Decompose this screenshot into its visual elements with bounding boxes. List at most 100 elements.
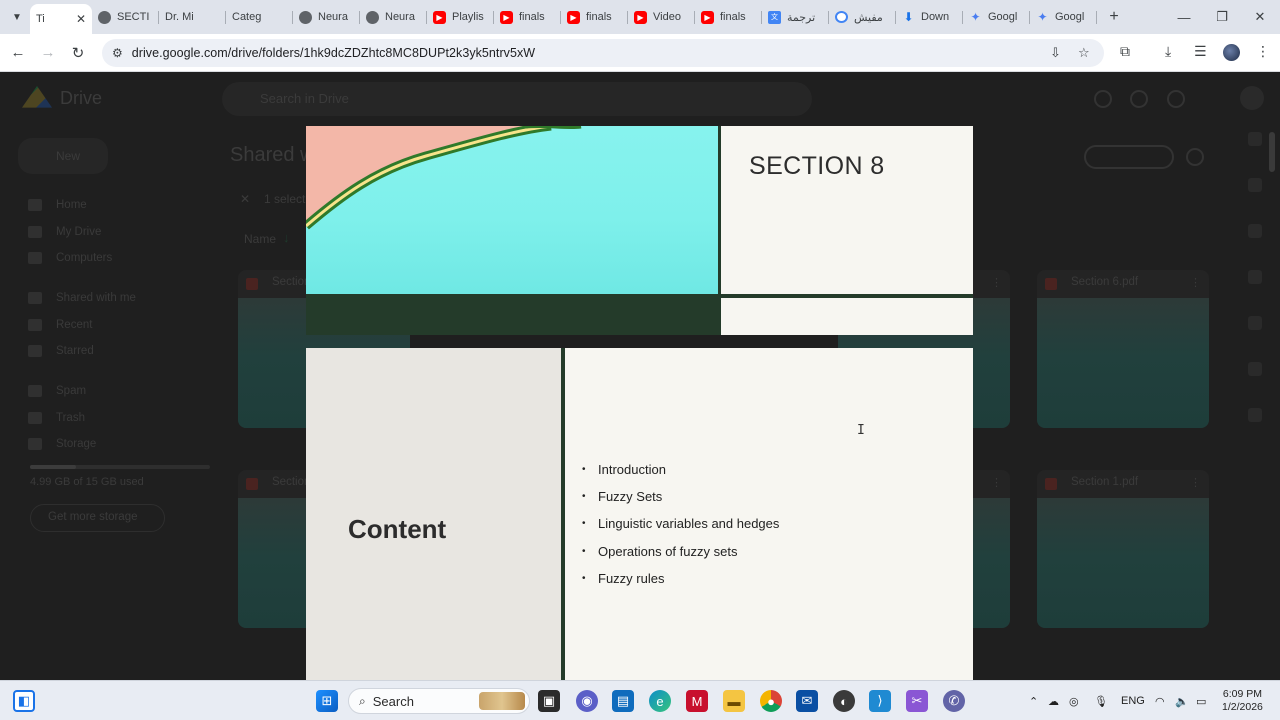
file-title: Section 1.pdf [1071, 476, 1139, 488]
tab-15[interactable]: ✦ Googl [1030, 4, 1097, 30]
mail-icon[interactable]: ✉ [796, 690, 818, 712]
browser-toolbar: ← → ↻ ⚙ drive.google.com/drive/folders/1… [0, 34, 1280, 72]
microphone-icon[interactable]: 🎙 [1094, 681, 1108, 720]
snipping-tool-icon[interactable]: ✂ [906, 690, 928, 712]
media-controls-icon[interactable]: ☰ [1194, 43, 1207, 60]
tab-11[interactable]: 文 ترجمة [762, 4, 829, 30]
reload-button[interactable]: ↻ [63, 38, 93, 68]
address-bar[interactable]: ⚙ drive.google.com/drive/folders/1hk9dcZ… [102, 39, 1104, 67]
onedrive-icon[interactable]: ☁ [1048, 681, 1059, 720]
downloads-icon[interactable]: ⤓ [1165, 43, 1171, 60]
globe-icon [366, 10, 379, 24]
taskbar-clock[interactable]: 6:09 PM 1/2/2026 [1222, 688, 1263, 714]
drive-nav-item: Spam [28, 378, 198, 405]
slide-title-strip [721, 298, 973, 335]
mcafee-icon[interactable]: M [686, 690, 708, 712]
file-title: Section [272, 276, 311, 288]
drive-nav-item: Trash [28, 405, 198, 432]
sort-label: Name [244, 232, 277, 246]
language-indicator[interactable]: ENG [1121, 681, 1145, 720]
drive-avatar [1240, 86, 1264, 110]
help-icon [1130, 90, 1148, 108]
file-thumbnail [1037, 498, 1209, 628]
forward-button[interactable]: → [33, 38, 63, 68]
install-app-icon[interactable]: ⇩ [1050, 45, 1061, 61]
tab-10[interactable]: ▶ finals [695, 4, 762, 30]
slide-decorative-image [306, 126, 718, 294]
tab-label: ترجمة [787, 11, 816, 24]
list-item: • Introduction [582, 462, 666, 478]
bookmark-star-icon[interactable]: ☆ [1078, 45, 1090, 61]
tab-8[interactable]: ▶ finals [561, 4, 628, 30]
pdf-icon [1045, 278, 1057, 290]
pdf-icon [246, 478, 258, 490]
minimize-button[interactable]: — [1164, 0, 1204, 34]
drive-nav-item: My Drive [28, 219, 198, 246]
site-info-icon[interactable]: ⚙ [112, 46, 123, 60]
tab-12[interactable]: مفيش [829, 4, 896, 30]
volume-icon[interactable]: 🔈 [1175, 681, 1189, 720]
edge-icon[interactable]: e [649, 690, 671, 712]
download-icon: ⬇ [903, 10, 914, 24]
slide-title-box: SECTION 8 [721, 126, 973, 294]
file-card: Section 1.pdf ⋮ [1037, 470, 1209, 628]
show-hidden-icons[interactable]: ⌃ [1029, 681, 1038, 720]
storage-text: 4.99 GB of 15 GB used [30, 476, 144, 488]
slide-heading-panel: Content [306, 348, 561, 680]
tab-4[interactable]: Neura [293, 4, 360, 30]
more-menu-icon[interactable]: ⋮ [1256, 43, 1270, 60]
close-window-button[interactable]: ✕ [1240, 0, 1280, 34]
teams-icon[interactable]: ✆ [943, 690, 965, 712]
tab-0[interactable]: Ti ✕ [30, 4, 92, 34]
sort-arrow-icon: ↓ [283, 230, 290, 245]
tab-9[interactable]: ▶ Video [628, 4, 695, 30]
tab-13[interactable]: ⬇ Down [896, 4, 963, 30]
get-storage-label: Get more storage [48, 511, 138, 523]
widgets-icon[interactable]: ◧ [13, 690, 35, 712]
drive-logo-icon [22, 86, 52, 108]
slide-title: SECTION 8 [749, 152, 885, 180]
file-card: Section 6.pdf ⋮ [1037, 270, 1209, 428]
settings-icon [1167, 90, 1185, 108]
windows-taskbar: ◧ ⊞ ⌕ Search ▣ ◉ ▤ e M ▬ ● ✉ ◐ ⟩ ✂ ✆ ⌃ ☁… [0, 680, 1280, 720]
file-title: Section [272, 476, 311, 488]
tab-7[interactable]: ▶ finals [494, 4, 561, 30]
tab-label: مفيش [854, 11, 883, 24]
slide-page-top: SECTION 8 [306, 126, 973, 335]
file-explorer-icon[interactable]: ▬ [723, 690, 745, 712]
url-text: drive.google.com/drive/folders/1hk9dcZDZ… [131, 46, 536, 60]
task-view-icon[interactable]: ▣ [538, 690, 560, 712]
youtube-icon: ▶ [567, 10, 580, 24]
battery-icon[interactable]: ▭ [1196, 681, 1206, 720]
tab-14[interactable]: ✦ Googl [963, 4, 1030, 30]
start-menu-icon[interactable]: ⊞ [316, 690, 338, 712]
close-tab-icon[interactable]: ✕ [76, 12, 86, 26]
search-highlight-image [479, 692, 525, 710]
selection-count: 1 select [264, 192, 306, 206]
extensions-icon[interactable]: ⧉ [1120, 43, 1130, 60]
storage-bar [30, 465, 210, 469]
obs-icon[interactable]: ◐ [833, 690, 855, 712]
tab-6[interactable]: ▶ Playlis [427, 4, 494, 30]
pdf-icon [246, 278, 258, 290]
file-thumbnail [1037, 298, 1209, 428]
vscode-icon[interactable]: ⟩ [869, 690, 891, 712]
profile-avatar[interactable] [1223, 44, 1240, 61]
chat-icon[interactable]: ◉ [576, 690, 598, 712]
taskbar-search[interactable]: ⌕ Search [348, 688, 530, 714]
chrome-tray-icon[interactable]: ◎ [1069, 681, 1079, 720]
new-tab-button[interactable]: + [1101, 8, 1127, 26]
store-icon[interactable]: ▤ [612, 690, 634, 712]
chrome-icon[interactable]: ● [760, 690, 782, 712]
slide-bullet-list: • Introduction • Fuzzy Sets • Linguistic va… [582, 456, 779, 592]
more-icon: ⋮ [1190, 477, 1201, 489]
restore-button[interactable]: ❐ [1202, 0, 1242, 34]
wifi-icon[interactable]: ◠ [1155, 681, 1165, 720]
tab-2[interactable]: Dr. Mi [159, 4, 226, 30]
tab-search-icon[interactable]: ▼ [4, 4, 30, 30]
youtube-icon: ▶ [634, 10, 647, 24]
tab-5[interactable]: Neura [360, 4, 427, 30]
tab-1[interactable]: SECTI [92, 4, 159, 30]
back-button[interactable]: ← [3, 38, 33, 68]
tab-3[interactable]: Categ [226, 4, 293, 30]
